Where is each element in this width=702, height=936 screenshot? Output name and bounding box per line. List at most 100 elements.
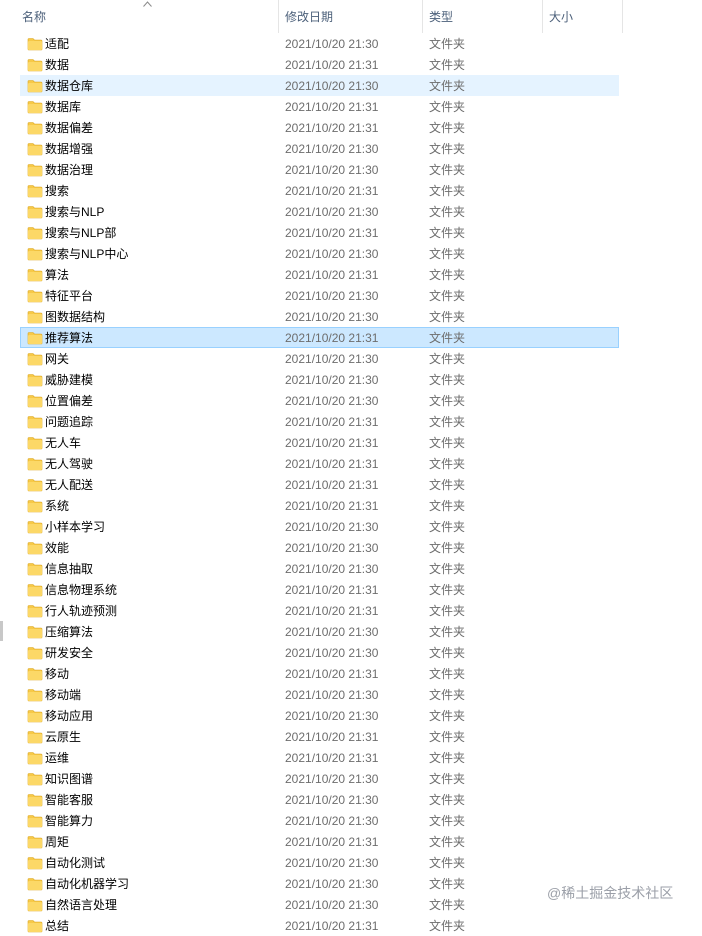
column-header-name[interactable]: 名称 (0, 0, 279, 33)
file-type: 文件夹 (429, 814, 466, 828)
splitter-handle[interactable] (0, 621, 3, 641)
file-row[interactable]: 总结 2021/10/20 21:31 文件夹 (20, 915, 619, 936)
file-row[interactable]: 搜索与NLP 2021/10/20 21:30 文件夹 (20, 201, 619, 222)
file-date-modified: 2021/10/20 21:30 (285, 814, 379, 828)
file-row[interactable]: 运维 2021/10/20 21:31 文件夹 (20, 747, 619, 768)
folder-icon (27, 521, 43, 534)
file-name: 算法 (45, 268, 70, 282)
file-row[interactable]: 压缩算法 2021/10/20 21:30 文件夹 (20, 621, 619, 642)
file-row[interactable]: 自动化测试 2021/10/20 21:30 文件夹 (20, 852, 619, 873)
file-row[interactable]: 数据治理 2021/10/20 21:30 文件夹 (20, 159, 619, 180)
file-row[interactable]: 行人轨迹预测 2021/10/20 21:31 文件夹 (20, 600, 619, 621)
file-type: 文件夹 (429, 121, 466, 135)
file-row[interactable]: 数据仓库 2021/10/20 21:30 文件夹 (20, 75, 619, 96)
file-name: 移动应用 (45, 709, 94, 723)
file-row[interactable]: 网关 2021/10/20 21:30 文件夹 (20, 348, 619, 369)
file-row[interactable]: 系统 2021/10/20 21:31 文件夹 (20, 495, 619, 516)
file-row[interactable]: 搜索与NLP部 2021/10/20 21:31 文件夹 (20, 222, 619, 243)
file-row[interactable]: 数据库 2021/10/20 21:31 文件夹 (20, 96, 619, 117)
file-row[interactable]: 信息抽取 2021/10/20 21:30 文件夹 (20, 558, 619, 579)
file-row[interactable]: 智能算力 2021/10/20 21:30 文件夹 (20, 810, 619, 831)
file-date-modified: 2021/10/20 21:30 (285, 163, 379, 177)
folder-icon (27, 248, 43, 261)
folder-icon (27, 500, 43, 513)
folder-icon (27, 710, 43, 723)
file-row[interactable]: 信息物理系统 2021/10/20 21:31 文件夹 (20, 579, 619, 600)
file-name: 威胁建模 (45, 373, 94, 387)
file-name: 问题追踪 (45, 415, 94, 429)
file-row[interactable]: 推荐算法 2021/10/20 21:31 文件夹 (20, 327, 619, 348)
file-row[interactable]: 无人车 2021/10/20 21:31 文件夹 (20, 432, 619, 453)
file-row[interactable]: 研发安全 2021/10/20 21:30 文件夹 (20, 642, 619, 663)
file-date-modified: 2021/10/20 21:30 (285, 772, 379, 786)
file-type: 文件夹 (429, 478, 466, 492)
folder-icon (27, 836, 43, 849)
column-header-size[interactable]: 大小 (543, 0, 623, 33)
file-date-modified: 2021/10/20 21:30 (285, 394, 379, 408)
file-type: 文件夹 (429, 520, 466, 534)
folder-icon (27, 668, 43, 681)
file-row[interactable]: 威胁建模 2021/10/20 21:30 文件夹 (20, 369, 619, 390)
file-date-modified: 2021/10/20 21:31 (285, 331, 379, 345)
column-header-date-modified[interactable]: 修改日期 (279, 0, 423, 33)
file-name: 搜索 (45, 184, 70, 198)
file-row[interactable]: 小样本学习 2021/10/20 21:30 文件夹 (20, 516, 619, 537)
file-date-modified: 2021/10/20 21:31 (285, 415, 379, 429)
file-name: 特征平台 (45, 289, 94, 303)
file-name: 图数据结构 (45, 310, 106, 324)
file-name: 数据仓库 (45, 79, 94, 93)
file-date-modified: 2021/10/20 21:30 (285, 79, 379, 93)
file-type: 文件夹 (429, 247, 466, 261)
folder-icon (27, 353, 43, 366)
file-row[interactable]: 效能 2021/10/20 21:30 文件夹 (20, 537, 619, 558)
file-date-modified: 2021/10/20 21:31 (285, 268, 379, 282)
file-type: 文件夹 (429, 373, 466, 387)
file-type: 文件夹 (429, 436, 466, 450)
file-row[interactable]: 搜索 2021/10/20 21:31 文件夹 (20, 180, 619, 201)
file-name: 信息物理系统 (45, 583, 118, 597)
file-row[interactable]: 特征平台 2021/10/20 21:30 文件夹 (20, 285, 619, 306)
file-row[interactable]: 适配 2021/10/20 21:30 文件夹 (20, 33, 619, 54)
file-row[interactable]: 自然语言处理 2021/10/20 21:30 文件夹 (20, 894, 619, 915)
file-name: 研发安全 (45, 646, 94, 660)
file-row[interactable]: 算法 2021/10/20 21:31 文件夹 (20, 264, 619, 285)
folder-icon (27, 458, 43, 471)
file-row[interactable]: 移动应用 2021/10/20 21:30 文件夹 (20, 705, 619, 726)
file-row[interactable]: 云原生 2021/10/20 21:31 文件夹 (20, 726, 619, 747)
file-type: 文件夹 (429, 835, 466, 849)
file-name: 数据治理 (45, 163, 94, 177)
folder-icon (27, 794, 43, 807)
folder-icon (27, 815, 43, 828)
file-date-modified: 2021/10/20 21:31 (285, 919, 379, 933)
file-type: 文件夹 (429, 289, 466, 303)
file-row[interactable]: 搜索与NLP中心 2021/10/20 21:30 文件夹 (20, 243, 619, 264)
folder-icon (27, 269, 43, 282)
file-type: 文件夹 (429, 688, 466, 702)
file-row[interactable]: 问题追踪 2021/10/20 21:31 文件夹 (20, 411, 619, 432)
file-type: 文件夹 (429, 709, 466, 723)
folder-icon (27, 227, 43, 240)
file-row[interactable]: 数据偏差 2021/10/20 21:31 文件夹 (20, 117, 619, 138)
file-row[interactable]: 移动 2021/10/20 21:31 文件夹 (20, 663, 619, 684)
folder-icon (27, 395, 43, 408)
column-header-type[interactable]: 类型 (423, 0, 543, 33)
file-row[interactable]: 位置偏差 2021/10/20 21:30 文件夹 (20, 390, 619, 411)
file-row[interactable]: 无人配送 2021/10/20 21:31 文件夹 (20, 474, 619, 495)
file-row[interactable]: 数据增强 2021/10/20 21:30 文件夹 (20, 138, 619, 159)
file-row[interactable]: 智能客服 2021/10/20 21:30 文件夹 (20, 789, 619, 810)
file-row[interactable]: 周矩 2021/10/20 21:31 文件夹 (20, 831, 619, 852)
file-row[interactable]: 无人驾驶 2021/10/20 21:31 文件夹 (20, 453, 619, 474)
file-name: 无人车 (45, 436, 82, 450)
file-name: 数据偏差 (45, 121, 94, 135)
file-name: 信息抽取 (45, 562, 94, 576)
file-row[interactable]: 自动化机器学习 2021/10/20 21:30 文件夹 (20, 873, 619, 894)
file-row[interactable]: 图数据结构 2021/10/20 21:30 文件夹 (20, 306, 619, 327)
folder-icon (27, 626, 43, 639)
file-row[interactable]: 数据 2021/10/20 21:31 文件夹 (20, 54, 619, 75)
folder-icon (27, 731, 43, 744)
file-type: 文件夹 (429, 79, 466, 93)
folder-icon (27, 122, 43, 135)
file-row[interactable]: 移动端 2021/10/20 21:30 文件夹 (20, 684, 619, 705)
file-type: 文件夹 (429, 646, 466, 660)
file-row[interactable]: 知识图谱 2021/10/20 21:30 文件夹 (20, 768, 619, 789)
